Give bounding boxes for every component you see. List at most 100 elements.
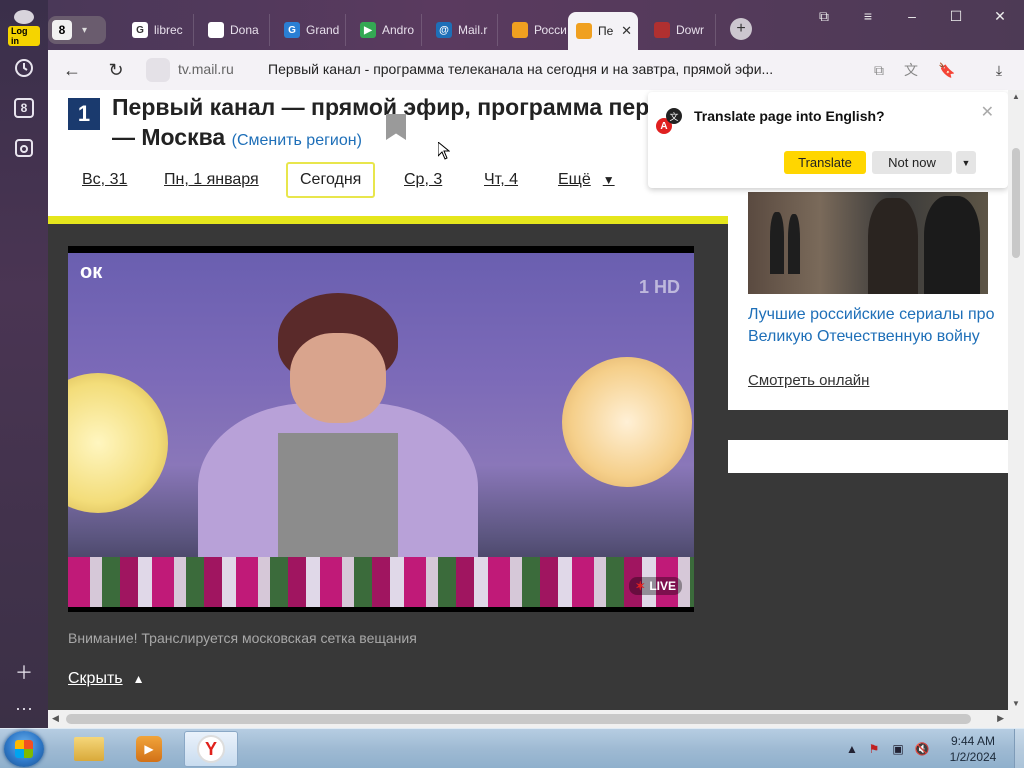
more-icon[interactable]: ··· xyxy=(10,694,38,722)
browser-tab[interactable]: ▶ Andro xyxy=(352,14,422,46)
lamp-right xyxy=(562,357,692,487)
translate-icon: A 文 xyxy=(656,108,682,134)
hide-button[interactable]: Скрыть ▲ xyxy=(68,670,145,688)
promo-figure xyxy=(770,212,784,274)
close-icon[interactable]: ✕ xyxy=(981,102,994,122)
channel-hd-watermark: 1 HD xyxy=(638,277,680,297)
scroll-thumb[interactable] xyxy=(1012,148,1020,258)
bookmarks-panel-icon[interactable]: ⧉ xyxy=(812,8,836,25)
tab-label: librec xyxy=(154,23,183,37)
media-player-taskbar-button[interactable]: ▶ xyxy=(122,731,176,767)
browser-tab[interactable]: Пе ✕ xyxy=(568,12,638,50)
browser-tab[interactable]: Dowr xyxy=(646,14,716,46)
login-button[interactable]: Log in xyxy=(8,10,40,46)
channel-header: 1 Первый канал — прямой эфир, программа … xyxy=(48,90,728,224)
clock-time: 9:44 AM xyxy=(950,734,996,748)
system-clock[interactable]: 9:44 AM 1/2/2024 xyxy=(936,733,1010,765)
day-label: Ср, 3 xyxy=(404,171,443,188)
presenter-face xyxy=(290,333,386,423)
chevron-down-icon[interactable]: ▼ xyxy=(956,151,976,174)
live-badge: ✶ LIVE xyxy=(629,577,682,595)
promo-figure xyxy=(924,196,980,294)
tab-label: Dona xyxy=(230,23,259,37)
promo-figure xyxy=(868,198,918,294)
login-label: Log in xyxy=(8,26,40,46)
reload-icon[interactable]: ↻ xyxy=(104,58,128,82)
url-title[interactable]: Первый канал - программа телеканала на с… xyxy=(268,61,773,77)
minimize-icon[interactable]: – xyxy=(900,8,924,24)
scroll-corner xyxy=(1008,710,1024,728)
day-tab[interactable]: Сегодня xyxy=(286,162,376,198)
yandex-browser-taskbar-button[interactable]: Y xyxy=(184,731,238,767)
tab-count: 8 xyxy=(52,20,72,40)
show-desktop-button[interactable] xyxy=(1014,729,1024,768)
tab-count-icon[interactable]: 8 xyxy=(10,94,38,122)
windows-logo-icon xyxy=(15,740,33,758)
watch-online-link[interactable]: Смотреть онлайн xyxy=(748,372,869,389)
browser-tab[interactable]: Glibrec xyxy=(124,14,194,46)
tab-favicon-icon xyxy=(576,23,592,39)
lock-icon[interactable] xyxy=(146,58,170,82)
tab-bar: 8 ▾ Glibrec Dona G Grand ▶ Andro @ Mail.r Росси П… xyxy=(48,0,1024,50)
tab-favicon-icon xyxy=(512,22,528,38)
scroll-thumb[interactable] xyxy=(66,714,971,724)
bookmark-icon[interactable]: 🔖 xyxy=(936,59,958,81)
network-icon[interactable]: ▣ xyxy=(890,741,906,757)
address-bar: ← ↻ tv.mail.ru Первый канал - программа … xyxy=(48,50,1024,90)
start-button[interactable] xyxy=(4,731,44,767)
day-label: Ещё xyxy=(558,171,591,188)
folder-icon xyxy=(74,737,104,761)
browser-tab[interactable]: Росси xyxy=(504,14,574,46)
close-window-icon[interactable]: ✕ xyxy=(988,8,1012,25)
day-tab[interactable]: Ещё ▼ xyxy=(558,162,615,198)
channel-logo[interactable]: 1 xyxy=(68,98,100,130)
video-player[interactable]: ок 1 HD ✶ LIVE xyxy=(68,246,694,612)
browser-tab[interactable]: @ Mail.r xyxy=(428,14,498,46)
not-now-button[interactable]: Not now xyxy=(872,151,952,174)
action-center-icon[interactable]: ⚑ xyxy=(866,741,882,757)
tab-group-button[interactable]: 8 ▾ xyxy=(48,16,106,44)
change-region-link[interactable]: (Сменить регион) xyxy=(232,132,362,149)
media-player-icon: ▶ xyxy=(136,736,162,762)
promo-image[interactable] xyxy=(748,192,988,294)
day-tab[interactable]: Вс, 31 xyxy=(82,162,127,198)
maximize-icon[interactable]: ☐ xyxy=(944,8,968,25)
day-tab[interactable]: Чт, 4 xyxy=(484,162,518,198)
close-tab-icon[interactable]: ✕ xyxy=(621,23,632,39)
tab-favicon-icon: ▶ xyxy=(360,22,376,38)
back-icon[interactable]: ← xyxy=(60,58,84,82)
scroll-right-icon[interactable]: ▶ xyxy=(997,713,1004,724)
show-hidden-icons[interactable]: ▲ xyxy=(844,741,860,757)
day-label: Чт, 4 xyxy=(484,171,519,188)
translate-button[interactable]: Translate xyxy=(784,151,866,174)
add-icon[interactable]: ＋ xyxy=(10,658,38,686)
day-label: Пн, 1 января xyxy=(164,171,259,188)
live-label: LIVE xyxy=(649,579,676,593)
vertical-scrollbar[interactable]: ▲ ▼ xyxy=(1008,90,1024,710)
day-label: Сегодня xyxy=(300,171,362,188)
scroll-down-icon[interactable]: ▼ xyxy=(1012,699,1020,708)
mouse-cursor-icon xyxy=(438,142,450,160)
share-icon[interactable]: ⧉ xyxy=(868,59,890,81)
menu-icon[interactable]: ≡ xyxy=(856,8,880,24)
caret-up-icon: ▲ xyxy=(132,672,145,686)
download-icon[interactable]: ⤓ xyxy=(988,59,1010,81)
explorer-taskbar-button[interactable] xyxy=(62,731,116,767)
browser-tab[interactable]: Dona xyxy=(200,14,270,46)
scroll-left-icon[interactable]: ◀ xyxy=(52,713,59,724)
browser-tab[interactable]: G Grand xyxy=(276,14,346,46)
scroll-up-icon[interactable]: ▲ xyxy=(1012,92,1020,101)
screenshot-icon[interactable] xyxy=(10,134,38,162)
url-host[interactable]: tv.mail.ru xyxy=(178,61,234,77)
horizontal-scrollbar[interactable]: ◀ ▶ xyxy=(48,710,1008,728)
volume-muted-icon[interactable]: 🔇 xyxy=(914,741,930,757)
history-icon[interactable] xyxy=(10,54,38,82)
tab-favicon-icon: G xyxy=(132,22,148,38)
promo-link[interactable]: Лучшие российские сериалы про Великую От… xyxy=(748,304,998,348)
translate-icon[interactable]: 文 xyxy=(900,59,922,81)
day-tab[interactable]: Ср, 3 xyxy=(404,162,442,198)
new-tab-button[interactable]: + xyxy=(730,18,752,40)
day-tab[interactable]: Пн, 1 января xyxy=(164,162,259,198)
video-frame-image[interactable]: ок 1 HD ✶ LIVE xyxy=(68,253,694,607)
city-label: — Москва xyxy=(112,124,226,150)
